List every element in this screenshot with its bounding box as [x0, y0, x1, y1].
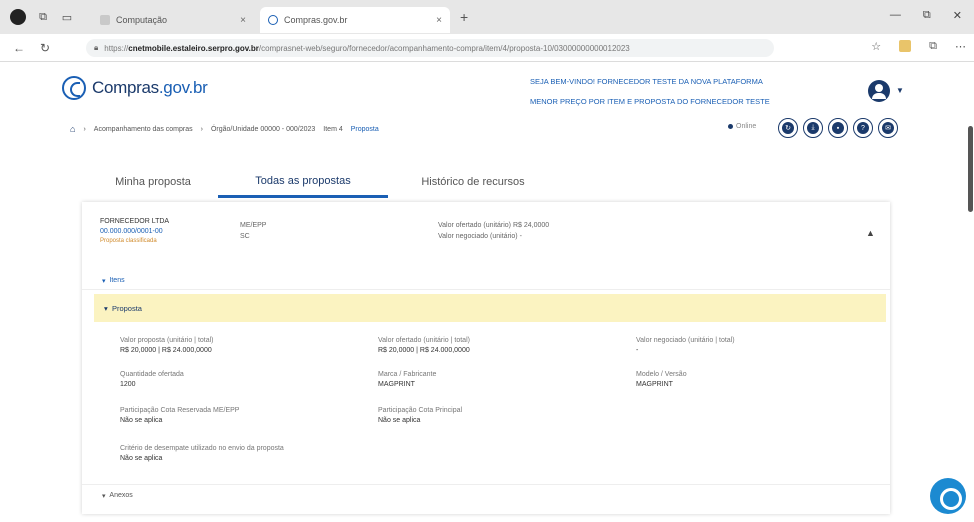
home-icon[interactable]: ⌂: [70, 124, 75, 134]
field-valor-negociado: Valor negociado (unitário | total) -: [636, 337, 735, 354]
browser-tab-bar: ⧉ ▭ Computação × Compras.gov.br × + — ⧉ …: [0, 0, 974, 34]
chevron-down-icon[interactable]: ▼: [896, 86, 904, 95]
field-marca: Marca / Fabricante MAGPRINT: [378, 371, 437, 388]
tab-todas-propostas[interactable]: Todas as propostas: [218, 166, 388, 198]
workspaces-icon[interactable]: ⧉: [36, 10, 50, 24]
supplier-porte: ME/EPP SC: [240, 222, 267, 240]
breadcrumb-separator: ›: [83, 125, 86, 133]
message-button[interactable]: ✉: [878, 118, 898, 138]
supplier-status-badge: Proposta classificada: [100, 238, 157, 244]
browser-tab-title: Compras.gov.br: [284, 15, 348, 25]
refresh-button[interactable]: ↻: [778, 118, 798, 138]
download-icon: ⤓: [807, 122, 819, 134]
window-controls: — ⧉ ✕: [890, 9, 962, 22]
proposal-card-header[interactable]: FORNECEDOR LTDA 00.000.000/0001-00 Propo…: [82, 202, 890, 268]
compras-logo[interactable]: Compras.gov.br: [62, 76, 208, 100]
help-button[interactable]: ?: [853, 118, 873, 138]
close-tab-icon[interactable]: ×: [240, 15, 246, 26]
supplier-cnpj[interactable]: 00.000.000/0001-00: [100, 228, 163, 235]
settings-menu-icon[interactable]: ⋯: [955, 40, 966, 53]
extension-icon[interactable]: [899, 40, 912, 52]
print-button[interactable]: ▪: [828, 118, 848, 138]
breadcrumb: ⌂ › Acompanhamento das compras › Órgão/U…: [70, 124, 379, 134]
chat-assistant-button[interactable]: [930, 478, 966, 514]
chevron-down-icon: ▾: [102, 277, 110, 285]
header-link[interactable]: MENOR PREÇO POR ITEM E PROPOSTA DO FORNE…: [530, 92, 770, 112]
tab-favicon-icon: [100, 15, 110, 25]
url-domain: cnetmobile.estaleiro.serpro.gov.br: [128, 43, 259, 53]
breadcrumb-current: Proposta: [350, 125, 379, 133]
back-arrow-icon[interactable]: ←: [12, 41, 26, 55]
breadcrumb-item[interactable]: Item 4: [323, 126, 342, 133]
help-icon: ?: [857, 122, 869, 134]
url-path: /comprasnet-web/seguro/fornecedor/acompa…: [258, 43, 630, 53]
logo-text: Compras.gov.br: [92, 78, 208, 97]
star-icon[interactable]: ☆: [871, 40, 881, 53]
breadcrumb-item[interactable]: Acompanhamento das compras: [94, 126, 193, 133]
field-criterio-desempate: Critério de desempate utilizado no envio…: [120, 445, 284, 462]
browser-address-bar: ← ↻ 🔒︎ https:// cnetmobile.estaleiro.ser…: [0, 34, 974, 62]
tab-historico-recursos[interactable]: Histórico de recursos: [388, 166, 558, 198]
field-participacao-exp: Participação Cota Principal Não se aplic…: [378, 407, 463, 424]
url-prefix: https://: [104, 43, 129, 53]
maximize-icon[interactable]: ⧉: [923, 9, 931, 22]
chevron-down-icon: ▾: [104, 303, 112, 313]
url-field[interactable]: 🔒︎ https:// cnetmobile.estaleiro.serpro.…: [86, 39, 774, 57]
field-valor-proposta: Valor proposta (unitário | total) R$ 20,…: [120, 337, 214, 354]
tab-favicon-icon: [268, 15, 278, 25]
action-toolbar: ↻ ⤓ ▪ ? ✉: [778, 118, 898, 138]
user-avatar-icon[interactable]: [868, 80, 890, 102]
field-valor-ofertado: Valor ofertado (unitário | total) R$ 20,…: [378, 337, 470, 354]
field-modelo: Modelo / Versão MAGPRINT: [636, 371, 687, 388]
browser-tab-title: Computação: [116, 15, 168, 25]
field-participacao-me: Participação Cota Reservada ME/EPP Não s…: [120, 407, 240, 424]
online-label: Online: [736, 123, 757, 130]
mail-icon: ✉: [882, 122, 894, 134]
proposal-card: FORNECEDOR LTDA 00.000.000/0001-00 Propo…: [82, 202, 890, 514]
supplier-name: FORNECEDOR LTDA: [100, 218, 170, 225]
download-button[interactable]: ⤓: [803, 118, 823, 138]
collections-icon[interactable]: ⧉: [929, 40, 937, 53]
refresh-icon[interactable]: ↻: [38, 41, 52, 55]
proposta-section-header[interactable]: ▾ Proposta: [94, 294, 886, 322]
breadcrumb-separator: ›: [200, 125, 203, 133]
tab-actions-icon[interactable]: ▭: [60, 10, 74, 24]
new-tab-button[interactable]: +: [460, 9, 468, 25]
itens-section-toggle[interactable]: ▾ Itens: [82, 272, 890, 290]
tab-minha-proposta[interactable]: Minha proposta: [88, 166, 218, 198]
chevron-up-icon[interactable]: ▲: [866, 228, 875, 238]
anexos-section-toggle[interactable]: ▾ Anexos: [82, 484, 890, 506]
chevron-down-icon: ▾: [102, 492, 110, 500]
header-info-links: SEJA BEM-VINDO! FORNECEDOR TESTE DA NOVA…: [530, 72, 770, 112]
supplier-values: Valor ofertado (unitário) R$ 24,0000 Val…: [438, 222, 550, 240]
browser-tab-computacao[interactable]: Computação ×: [92, 7, 254, 33]
browser-logo-icon: [10, 9, 26, 25]
header-link[interactable]: SEJA BEM-VINDO! FORNECEDOR TESTE DA NOVA…: [530, 72, 770, 92]
online-status: Online: [728, 123, 756, 130]
document-icon: ▪: [832, 122, 844, 134]
proposal-tabs: Minha proposta Todas as propostas Histór…: [88, 166, 558, 198]
status-dot-icon: [728, 124, 733, 129]
close-tab-icon[interactable]: ×: [436, 15, 442, 26]
minimize-icon[interactable]: —: [890, 9, 901, 22]
breadcrumb-item[interactable]: Órgão/Unidade 00000 - 000/2023: [211, 126, 315, 133]
close-window-icon[interactable]: ✕: [953, 9, 962, 22]
browser-toolbar-right: ☆ ⧉ ⋯: [871, 40, 966, 53]
lock-icon: 🔒︎: [94, 43, 99, 52]
compras-logo-icon: [62, 76, 86, 100]
refresh-icon: ↻: [782, 122, 794, 134]
browser-tab-compras[interactable]: Compras.gov.br ×: [260, 7, 450, 33]
field-quantidade: Quantidade ofertada 1200: [120, 371, 184, 388]
page-scrollbar[interactable]: [968, 126, 973, 212]
